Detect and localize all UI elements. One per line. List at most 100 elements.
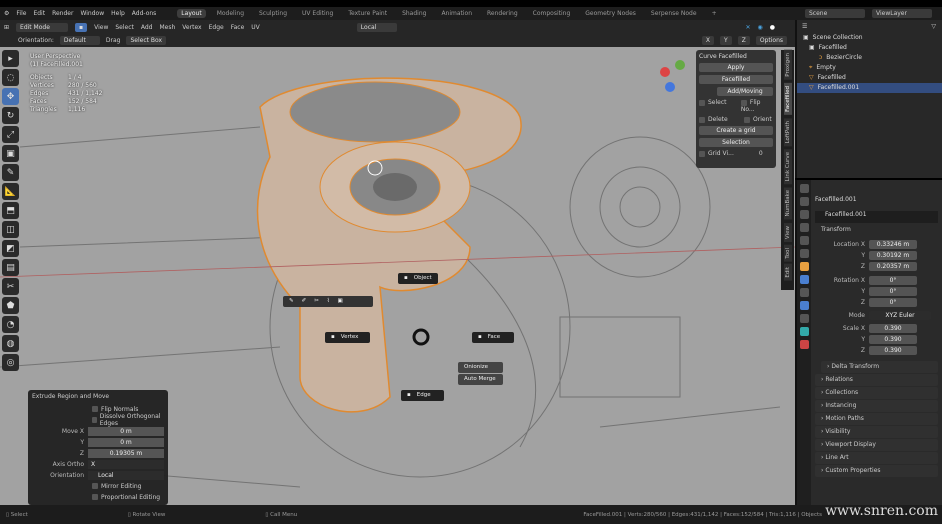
create-grid-button[interactable]: Create a grid (699, 126, 773, 135)
blender-logo-icon[interactable]: ⚙ (4, 10, 9, 17)
mirror-z-toggle[interactable]: Z (737, 36, 750, 45)
section-visibility[interactable]: › Visibility (815, 426, 938, 438)
bevel-tool-icon[interactable]: ◩ (2, 240, 19, 257)
menu-help[interactable]: Help (111, 10, 125, 17)
mirror-editing-checkbox[interactable] (92, 483, 98, 489)
tab-compositing[interactable]: Compositing (529, 9, 575, 18)
tab-serpense-node[interactable]: Serpense Node (647, 9, 701, 18)
outliner-item[interactable]: ▽ Facefilled.001 (797, 83, 942, 93)
shrink-tool-icon[interactable]: ◎ (2, 354, 19, 371)
pie-automerge-button[interactable]: Auto Merge (458, 374, 503, 385)
tab-uv-editing[interactable]: UV Editing (298, 9, 337, 18)
rotation-z-field[interactable]: 0° (869, 297, 917, 307)
section-viewport-display[interactable]: › Viewport Display (815, 439, 938, 451)
mode-selector[interactable]: Edit Mode (16, 22, 69, 32)
tab-view[interactable]: View (783, 222, 792, 242)
select-circle-icon[interactable]: ◌ (2, 69, 19, 86)
outliner-item[interactable]: ▣ Facefilled (797, 43, 942, 53)
tab-edit[interactable]: Edit (783, 264, 792, 282)
menu-uv[interactable]: UV (251, 24, 260, 31)
view-layer-tab-icon[interactable] (799, 223, 809, 232)
grid-view-checkbox[interactable] (699, 150, 705, 157)
outliner-item[interactable]: ↄ BezierCircle (797, 53, 942, 63)
editor-type-icon[interactable]: ⊞ (4, 24, 9, 31)
constraints-tab-icon[interactable] (799, 314, 809, 323)
menu-edit[interactable]: Edit (33, 10, 45, 17)
axis-ortho-select[interactable]: X (88, 459, 164, 469)
apply-button[interactable]: Apply (699, 63, 773, 72)
options-dropdown[interactable]: Options (755, 36, 787, 45)
orientation-selector[interactable]: Default (59, 36, 100, 45)
particles-tab-icon[interactable] (799, 288, 809, 297)
delete-checkbox[interactable] (699, 116, 705, 123)
scale-x-field[interactable]: 0.390 (869, 323, 917, 333)
flip-normals-checkbox[interactable] (92, 406, 98, 412)
mirror-y-toggle[interactable]: Y (720, 36, 732, 45)
drag-selector[interactable]: Select Box (126, 36, 167, 45)
transform-section-header[interactable]: Transform (815, 226, 942, 238)
spin-tool-icon[interactable]: ◔ (2, 316, 19, 333)
add-workspace-button[interactable]: + (708, 9, 721, 18)
pie-face-button[interactable]: ▪ Face (472, 332, 514, 343)
move-y-field[interactable]: 0 m (88, 437, 164, 447)
grid-view-value[interactable]: 0 (759, 150, 763, 157)
tab-layout[interactable]: Layout (177, 9, 206, 18)
menu-mesh[interactable]: Mesh (160, 24, 176, 31)
data-tab-icon[interactable] (799, 327, 809, 336)
inset-tool-icon[interactable]: ◫ (2, 221, 19, 238)
tab-tool[interactable]: Tool (783, 244, 792, 262)
operator-title[interactable]: Extrude Region and Move (32, 393, 164, 400)
menu-file[interactable]: File (16, 10, 26, 17)
proportional-editing-checkbox[interactable] (92, 494, 98, 500)
tab-facefilled[interactable]: Facefilled (783, 82, 792, 115)
menu-window[interactable]: Window (80, 10, 104, 17)
object-tab-icon[interactable] (799, 262, 809, 271)
world-tab-icon[interactable] (799, 249, 809, 258)
view-layer-selector[interactable]: ViewLayer (872, 9, 932, 18)
scale-tool-icon[interactable]: ⤢ (2, 126, 19, 143)
menu-select[interactable]: Select (115, 24, 134, 31)
pie-object-button[interactable]: ▪ Object (398, 273, 438, 284)
add-moving-button[interactable]: Add/Moving (717, 87, 773, 96)
extrude-tool-icon[interactable]: ⬒ (2, 202, 19, 219)
location-z-field[interactable]: 0.20357 m (869, 261, 917, 271)
tab-shading[interactable]: Shading (398, 9, 430, 18)
physics-tab-icon[interactable] (799, 301, 809, 310)
section-line-art[interactable]: › Line Art (815, 452, 938, 464)
object-name-field[interactable]: Facefilled.001 (815, 211, 938, 223)
scale-z-field[interactable]: 0.390 (869, 345, 917, 355)
loop-cut-tool-icon[interactable]: ▤ (2, 259, 19, 276)
move-z-field[interactable]: 0.19305 m (88, 448, 164, 458)
modifier-tab-icon[interactable] (799, 275, 809, 284)
pie-vertex-button[interactable]: ▪ Vertex (325, 332, 370, 343)
rotation-mode-select[interactable]: XYZ Euler (869, 310, 931, 320)
measure-tool-icon[interactable]: 📐 (2, 183, 19, 200)
menu-render[interactable]: Render (52, 10, 73, 17)
scene-tab-icon[interactable] (799, 236, 809, 245)
knife-tool-icon[interactable]: ✂ (2, 278, 19, 295)
menu-view[interactable]: View (94, 24, 108, 31)
eyedropper-icon[interactable]: ⌇ (327, 296, 330, 307)
tool-tab-icon[interactable] (799, 184, 809, 193)
tab-texture-paint[interactable]: Texture Paint (344, 9, 391, 18)
tab-proxigen[interactable]: Proxigen (783, 50, 792, 80)
tab-rendering[interactable]: Rendering (483, 9, 522, 18)
outliner-item[interactable]: ▣ Scene Collection (797, 33, 942, 43)
section-relations[interactable]: › Relations (815, 374, 938, 386)
knife-icon[interactable]: ✂ (314, 296, 319, 307)
pie-onionize-button[interactable]: Onionize (458, 362, 503, 373)
dissolve-checkbox[interactable] (92, 417, 97, 423)
orientation-select[interactable]: Local (88, 470, 164, 480)
scale-y-field[interactable]: 0.390 (869, 334, 917, 344)
pencil-icon[interactable]: ✎ (289, 296, 294, 307)
section-collections[interactable]: › Collections (815, 387, 938, 399)
display-mode-icon[interactable]: ☰ (802, 23, 807, 30)
menu-add[interactable]: Add (141, 24, 153, 31)
rotation-x-field[interactable]: 0° (869, 275, 917, 285)
tweak-tool-icon[interactable]: ▸ (2, 50, 19, 67)
output-tab-icon[interactable] (799, 210, 809, 219)
menu-vertex[interactable]: Vertex (182, 24, 201, 31)
rotate-tool-icon[interactable]: ↻ (2, 107, 19, 124)
mirror-x-toggle[interactable]: X (701, 36, 715, 45)
material-tab-icon[interactable] (799, 340, 809, 349)
